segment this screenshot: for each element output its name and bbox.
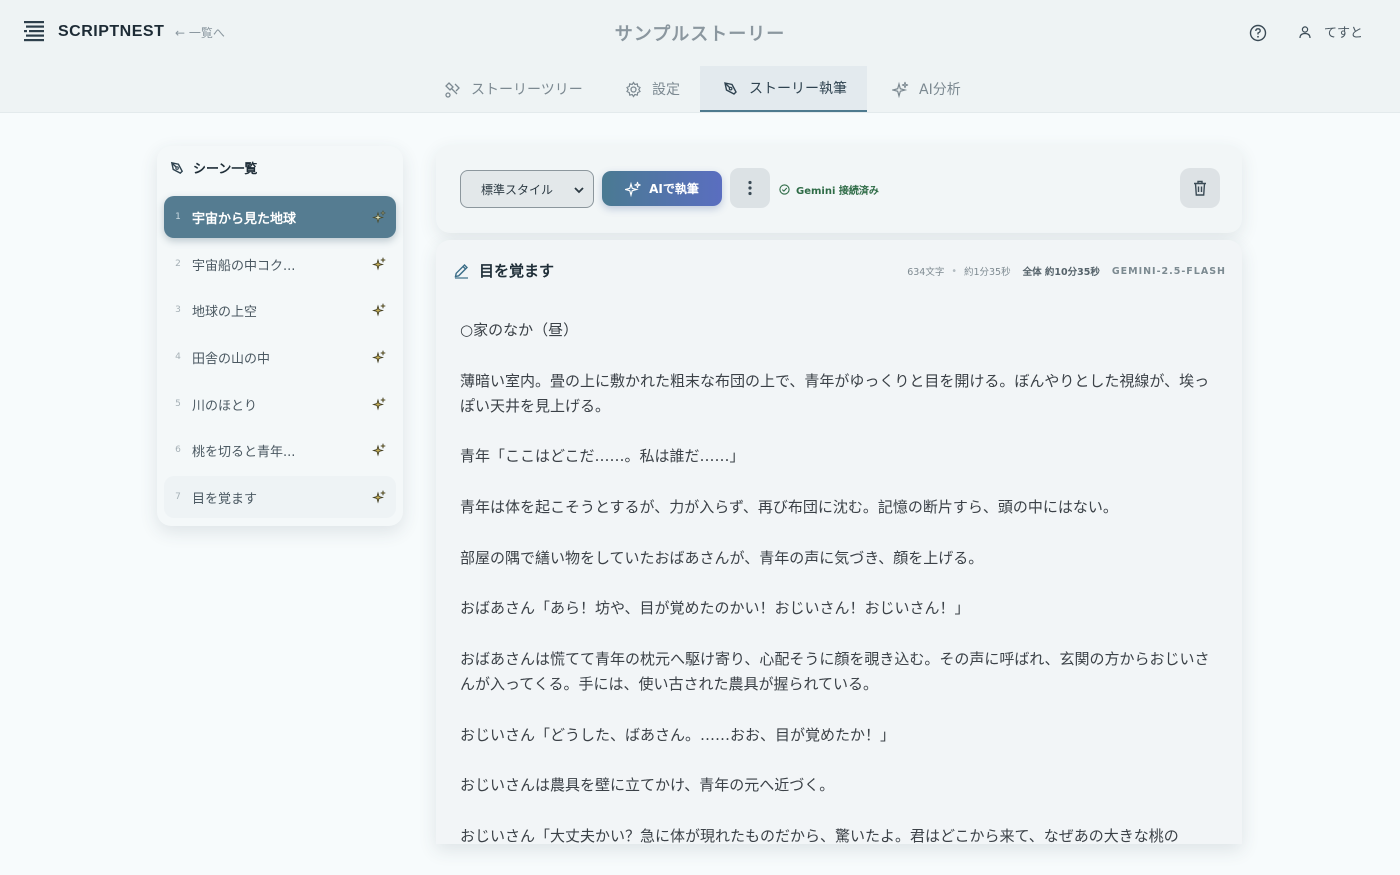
ai-sparkle-icon[interactable]	[372, 303, 386, 317]
scene-list-header: シーン一覧	[169, 158, 257, 177]
tab-label: ストーリーツリー	[471, 82, 583, 98]
script-paragraph: おじいさん「どうした、ばあさん。……おお、目が覚めたか！」	[460, 725, 896, 744]
more-vertical-icon	[748, 180, 752, 196]
trash-icon	[1194, 180, 1206, 196]
script-paragraph: 薄暗い室内。畳の上に敷かれた粗末な布団の上で、青年がゆっくりと目を開ける。ぼんや…	[460, 371, 1210, 415]
tab-settings[interactable]: 設定	[611, 66, 694, 112]
ai-write-button[interactable]: AIで執筆	[602, 171, 722, 206]
ai-sparkle-icon[interactable]	[372, 350, 386, 364]
scene-label: 桃を切ると青年...	[192, 444, 296, 460]
script-body[interactable]: ○家のなか（昼） 薄暗い室内。畳の上に敷かれた粗末な布団の上で、青年がゆっくりと…	[460, 318, 1210, 844]
scene-number: 7	[175, 492, 181, 502]
scene-number: 6	[175, 445, 181, 455]
script-paragraph: 青年「ここはどこだ……。私は誰だ……」	[460, 447, 745, 466]
script-paragraph: おじいさん「大丈夫かい？急に体が現れたものだから、驚いたよ。君はどこから来て、な…	[460, 826, 1179, 844]
script-paragraph: 部屋の隅で繕い物をしていたおばあさんが、青年の声に気づき、顔を上げる。	[460, 548, 984, 567]
tab-label: ストーリー執筆	[749, 81, 847, 97]
separator-dot: •	[951, 265, 957, 277]
gemini-status-text: Gemini 接続済み	[796, 186, 879, 197]
scene-item[interactable]: 7 目を覚ます	[164, 476, 396, 518]
script-paragraph: おばあさん「あら！坊や、目が覚めたのかい！おじいさん！おじいさん！」	[460, 599, 970, 618]
script-paragraph: 青年は体を起こそうとするが、力が入らず、再び布団に沈む。記憶の断片すら、頭の中に…	[460, 498, 1118, 517]
ai-sparkle-icon[interactable]	[372, 210, 386, 224]
scene-item[interactable]: 4 田舎の山の中	[164, 336, 396, 378]
delete-scene-button[interactable]	[1180, 168, 1220, 208]
ai-sparkle-icon[interactable]	[372, 443, 386, 457]
scene-title: 目を覚ます	[479, 262, 555, 280]
scene-label: 宇宙から見た地球	[192, 211, 297, 227]
scene-label: 川のほとり	[192, 398, 258, 414]
scene-number: 2	[175, 259, 181, 269]
main-tabs: ストーリーツリー 設定 ストーリー執筆 AI分析	[0, 66, 1400, 113]
ai-write-label: AIで執筆	[649, 182, 699, 196]
tab-story-writing[interactable]: ストーリー執筆	[700, 66, 867, 112]
scene-number: 4	[175, 352, 181, 362]
chevron-down-icon	[574, 187, 584, 194]
app-header: SCRIPTNEST ← 一覧へ サンプルストーリー てすと	[0, 0, 1400, 66]
tab-ai-analysis[interactable]: AI分析	[878, 66, 975, 112]
char-count: 634文字	[907, 267, 945, 278]
check-circle-icon	[779, 184, 790, 195]
tab-story-tree[interactable]: ストーリーツリー	[430, 66, 597, 112]
ai-sparkle-icon[interactable]	[372, 490, 386, 504]
ai-sparkle-icon[interactable]	[372, 397, 386, 411]
scene-label: 地球の上空	[192, 304, 258, 320]
scene-list-panel: シーン一覧 1 宇宙から見た地球 2 宇宙船の中コク... 3 地球の上空 4 …	[157, 146, 403, 526]
pen-icon	[724, 81, 737, 95]
tree-icon	[445, 81, 460, 98]
scene-stats: 634文字 • 約1分35秒 全体 約10分35秒 GEMINI-2.5-FLA…	[907, 264, 1226, 279]
edit-pencil-icon	[454, 264, 468, 279]
scene-label: 田舎の山の中	[192, 351, 271, 367]
more-options-button[interactable]	[730, 168, 770, 208]
scene-label: 宇宙船の中コク...	[192, 258, 296, 274]
scene-label: 目を覚ます	[192, 491, 258, 507]
scene-list-title: シーン一覧	[193, 162, 258, 177]
script-paragraph: おばあさんは慌てて青年の枕元へ駆け寄り、心配そうに顔を覗き込む。その声に呼ばれ、…	[460, 649, 1210, 694]
writing-toolbar: 標準スタイル AIで執筆 Gemini 接続済み	[436, 145, 1242, 233]
style-select[interactable]: 標準スタイル	[460, 170, 594, 208]
gemini-status: Gemini 接続済み	[779, 182, 879, 197]
tab-label: 設定	[652, 82, 680, 98]
ai-sparkle-icon[interactable]	[372, 257, 386, 271]
scene-header: 目を覚ます	[453, 260, 554, 281]
script-paragraph: ○家のなか（昼）	[460, 321, 579, 339]
style-select-value: 標準スタイル	[481, 182, 554, 197]
scene-item[interactable]: 1 宇宙から見た地球	[164, 196, 396, 238]
scene-item[interactable]: 3 地球の上空	[164, 289, 396, 331]
gear-icon	[626, 80, 641, 98]
scene-editor: 目を覚ます 634文字 • 約1分35秒 全体 約10分35秒 GEMINI-2…	[436, 240, 1242, 844]
page-title: サンプルストーリー	[614, 24, 786, 45]
sparkle-icon	[625, 181, 641, 197]
scene-number: 3	[175, 305, 181, 315]
pen-icon	[170, 161, 184, 174]
scene-item[interactable]: 2 宇宙船の中コク...	[164, 243, 396, 285]
scene-duration: 約1分35秒	[963, 267, 1011, 278]
scene-item[interactable]: 6 桃を切ると青年...	[164, 429, 396, 471]
scene-item[interactable]: 5 川のほとり	[164, 383, 396, 425]
user-icon	[1299, 25, 1311, 38]
script-paragraph: おじいさんは農具を壁に立てかけ、青年の元へ近づく。	[460, 776, 835, 795]
total-duration: 全体 約10分35秒	[1022, 267, 1100, 278]
user-name: てすと	[1324, 26, 1364, 41]
user-menu[interactable]: てすと	[1298, 22, 1363, 41]
model-name: GEMINI-2.5-FLASH	[1111, 265, 1226, 277]
help-icon[interactable]	[1248, 23, 1268, 43]
tab-label: AI分析	[919, 82, 961, 98]
sparkle-icon	[892, 81, 909, 98]
scene-number: 5	[175, 399, 181, 409]
scene-number: 1	[175, 212, 181, 222]
